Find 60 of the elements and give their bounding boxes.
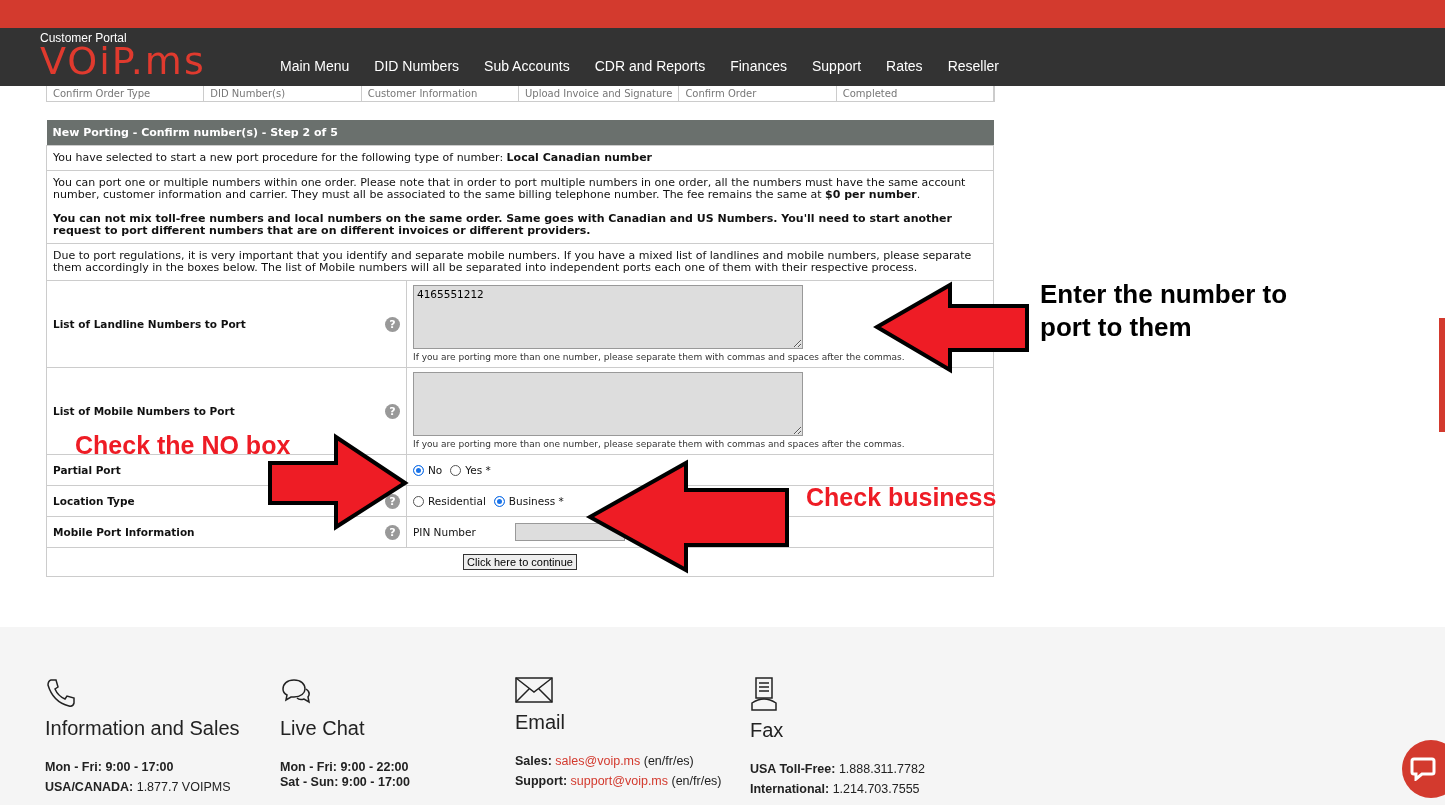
- radio-label[interactable]: Residential: [428, 495, 486, 507]
- footer-heading: Live Chat: [280, 717, 365, 740]
- contact-line: Mon - Fri: 9:00 - 17:00: [45, 760, 175, 774]
- step-label: Confirm Order: [679, 86, 837, 101]
- contact-line: International: 1.214.703.7555: [750, 782, 921, 796]
- numbers-field[interactable]: [413, 372, 803, 436]
- radio-button[interactable]: [450, 464, 462, 476]
- portal-label: Customer Portal: [40, 31, 128, 45]
- nav-link[interactable]: Reseller: [947, 58, 999, 74]
- contact-line: Sales: sales@voip.ms (en/fr/es): [515, 754, 695, 768]
- radio-label[interactable]: No: [428, 464, 443, 476]
- annotation-text: Check business: [806, 483, 997, 511]
- continue-button[interactable]: Click here to continue: [463, 554, 577, 570]
- field-label: Partial Port: [53, 464, 121, 476]
- nav-link[interactable]: CDR and Reports: [594, 58, 706, 74]
- step-label: DID Number(s): [204, 86, 362, 101]
- intro-text: You have selected to start a new port procedure for the following type of number: Local Canadian number: [53, 151, 653, 164]
- nav-link[interactable]: Support: [812, 58, 862, 74]
- radio-button[interactable]: [413, 464, 424, 476]
- nav-link[interactable]: Finances: [730, 58, 787, 74]
- fax-icon: [750, 677, 778, 711]
- contact-line: USA/CANADA: 1.877.7 VOIPMS: [45, 780, 231, 794]
- phone-icon: [45, 677, 77, 709]
- nav-link[interactable]: Sub Accounts: [484, 58, 570, 74]
- footer-heading: Email: [515, 711, 565, 734]
- field-label: List of Mobile Numbers to Port: [53, 405, 235, 417]
- field-label: List of Landline Numbers to Port: [53, 318, 246, 330]
- step-label: Confirm Order Type: [47, 86, 205, 101]
- footer-heading: Information and Sales: [45, 717, 240, 740]
- step-label: Customer Information: [361, 86, 519, 101]
- contact-line: USA Toll-Free: 1.888.311.7782: [750, 762, 925, 776]
- note-text: Due to port regulations, it is very important that you identify and separate mobile numbers. If you have a mixed list of landlines and mobile numbers, please separate them accordingly in the boxes below. The list of Mobile numbers will all be separated into independent ports each one of them with their respective process.: [53, 250, 973, 274]
- envelope-icon: [515, 677, 553, 703]
- field-label: Location Type: [53, 495, 135, 507]
- nav-link[interactable]: Rates: [886, 58, 923, 74]
- contact-line: Support: support@voip.ms (en/fr/es): [515, 774, 722, 788]
- contact-line: Mon - Fri: 9:00 - 22:00: [280, 760, 410, 774]
- contact-line: Sat - Sun: 9:00 - 17:00: [280, 775, 410, 789]
- radio-button[interactable]: [493, 495, 505, 507]
- email-link[interactable]: sales@voip.ms: [555, 754, 641, 768]
- radio-button[interactable]: [413, 495, 424, 507]
- email-link[interactable]: support@voip.ms: [570, 774, 668, 788]
- numbers-field[interactable]: 4165551212: [413, 285, 803, 349]
- field-label: Mobile Port Information: [53, 526, 195, 538]
- pin-label: PIN Number: [413, 526, 477, 538]
- footer-heading: Fax: [750, 719, 784, 742]
- annotation-text: Enter the number to port to them: [1040, 278, 1288, 344]
- nav-link[interactable]: DID Numbers: [374, 58, 460, 74]
- radio-label[interactable]: Business *: [508, 495, 564, 507]
- chat-bubble-icon: [1410, 757, 1436, 781]
- note-text: You can port one or multiple numbers within one order. Please note that in order to port multiple numbers in one order, all the numbers must have the same account number, customer information and carrier. They must all be associated to the same billing telephone number. The fee remains the same at $0 per number.: [53, 177, 967, 201]
- form-title: New Porting - Confirm number(s) - Step 2 of 5: [46, 120, 994, 146]
- warning-text: You can not mix toll-free numbers and local numbers on the same order. Same goes with Canadian and US Numbers. You'll need to start another request to port different numbers that are on different invoices or different providers.: [53, 213, 953, 237]
- step-label: Upload Invoice and Signature: [519, 86, 680, 101]
- hint-text: If you are porting more than one number, please separate them with commas and spaces after the commas.: [413, 438, 906, 450]
- nav-link[interactable]: Main Menu: [280, 58, 350, 74]
- hint-text: If you are porting more than one number, please separate them with commas and spaces after the commas.: [413, 351, 906, 363]
- annotation-text: Check the NO box: [75, 431, 291, 459]
- radio-label[interactable]: Yes *: [465, 464, 491, 476]
- step-label: Completed: [836, 86, 994, 101]
